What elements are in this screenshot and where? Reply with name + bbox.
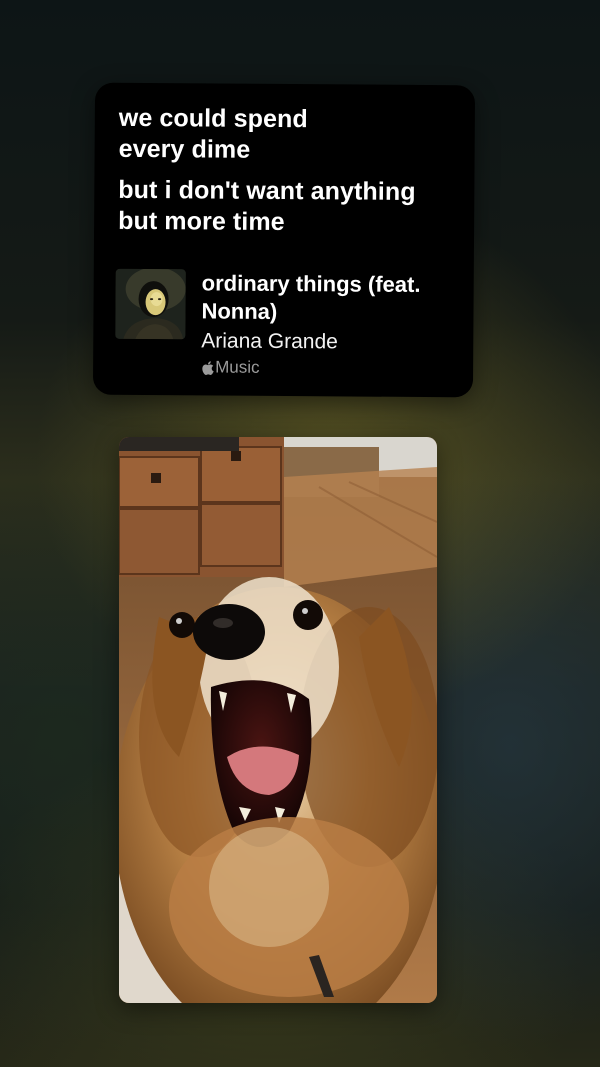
dog-photo[interactable] — [119, 437, 437, 1003]
lyric-line: every dime — [118, 134, 251, 164]
album-art[interactable] — [115, 268, 186, 340]
dog-photo-image — [119, 437, 437, 1003]
lyric-line: we could spend — [118, 103, 308, 134]
music-service-name: Music — [215, 357, 260, 377]
lyrics-card[interactable]: we could spend every dime but i don't wa… — [92, 82, 476, 398]
lyric-line: but i don't want anything — [118, 175, 416, 206]
apple-logo-icon — [202, 360, 214, 375]
lyrics-stanza-2: but i don't want anything but more time — [118, 175, 450, 239]
lyric-line: but more time — [118, 206, 285, 237]
lyrics-stanza-1: we could spend every dime — [119, 103, 451, 167]
music-service-label: Music — [201, 356, 451, 380]
album-art-portrait-icon — [115, 268, 186, 340]
song-artist[interactable]: Ariana Grande — [201, 327, 451, 357]
song-title[interactable]: ordinary things (feat. Nonna) — [201, 269, 451, 327]
song-details: ordinary things (feat. Nonna) Ariana Gra… — [201, 269, 452, 380]
song-info-row[interactable]: ordinary things (feat. Nonna) Ariana Gra… — [115, 268, 456, 380]
